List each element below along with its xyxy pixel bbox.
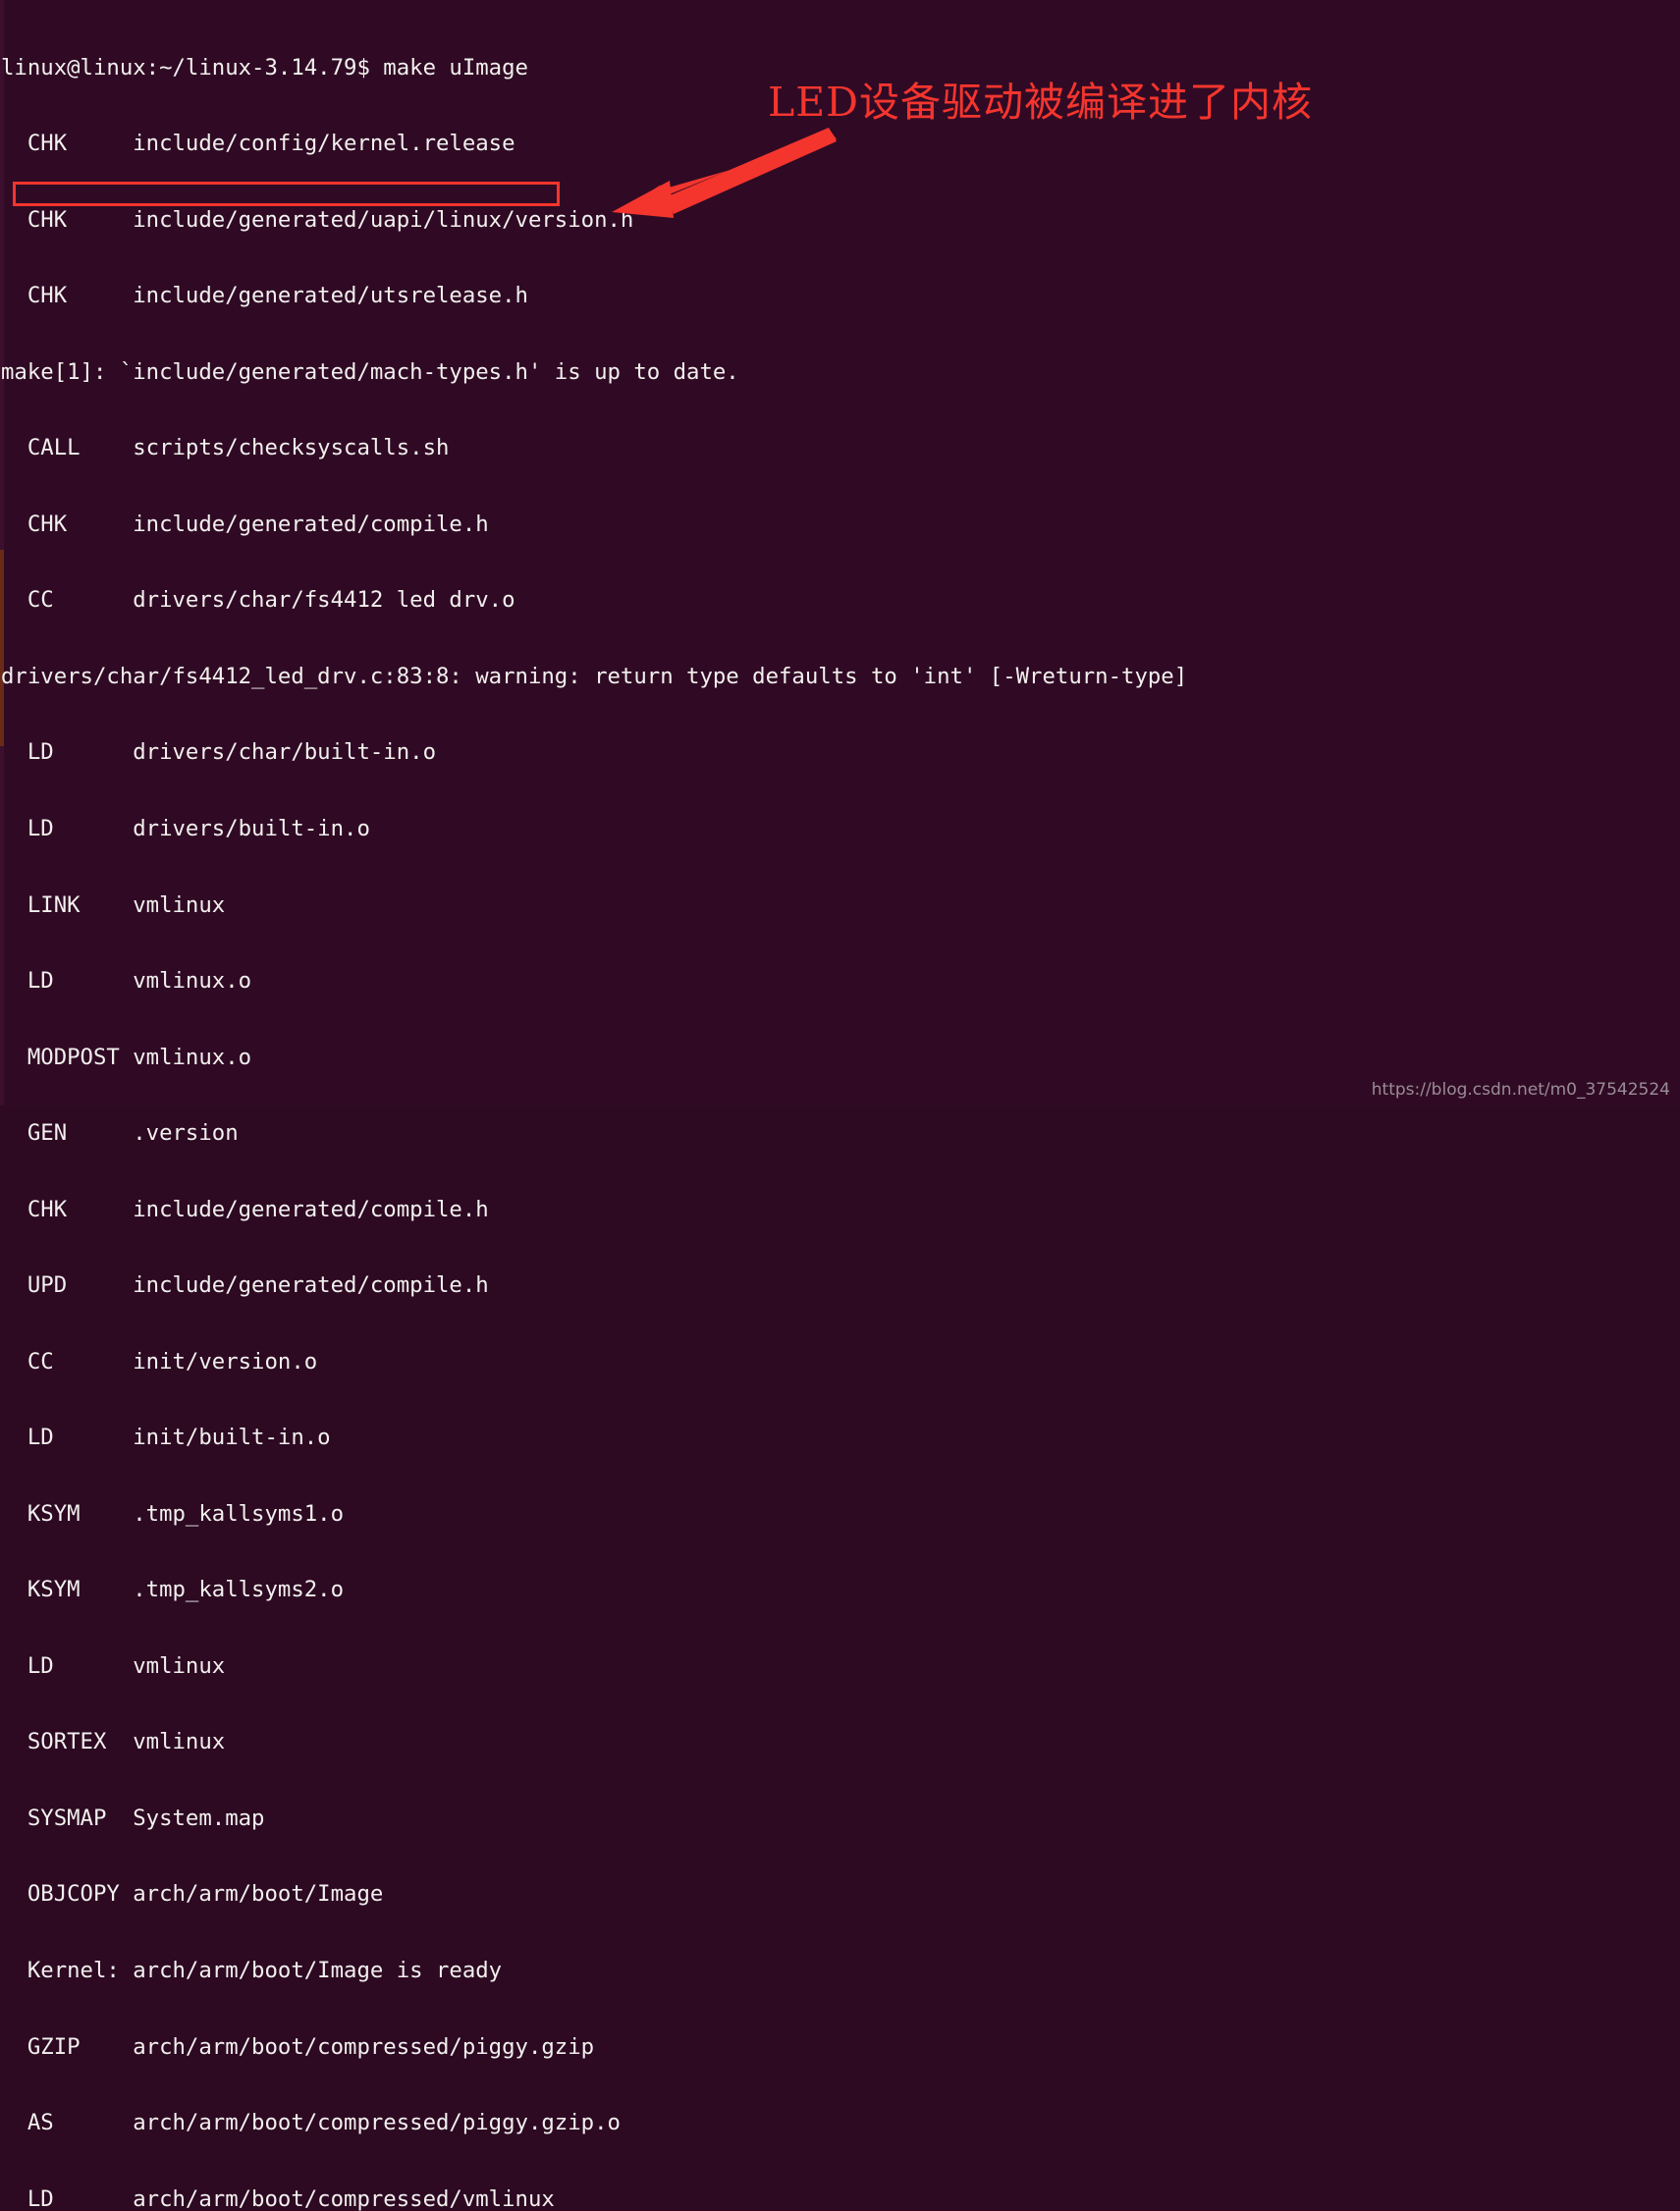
terminal-line-highlighted: CC drivers/char/fs4412 led drv.o (1, 587, 515, 614)
terminal-line: CHK include/generated/compile.h (1, 1196, 489, 1222)
terminal-line: CHK include/generated/utsrelease.h (1, 283, 528, 309)
terminal-line: UPD include/generated/compile.h (1, 1272, 489, 1299)
terminal-line: SORTEX vmlinux (1, 1729, 226, 1755)
terminal-line: CHK include/generated/compile.h (1, 511, 489, 537)
terminal-line: CALL scripts/checksyscalls.sh (1, 435, 450, 461)
terminal-window[interactable]: linux@linux:~/linux-3.14.79$ make uImage… (0, 0, 1680, 2211)
annotation-caption: LED设备驱动被编译进了内核 (768, 79, 1314, 126)
terminal-line: LD vmlinux.o (1, 968, 252, 995)
terminal-line: CHK include/config/kernel.release (1, 131, 515, 157)
terminal-line: CC init/version.o (1, 1348, 318, 1375)
terminal-line: make[1]: `include/generated/mach-types.h… (1, 358, 739, 385)
terminal-line: LD drivers/char/built-in.o (1, 739, 436, 766)
terminal-line-warning: drivers/char/fs4412_led_drv.c:83:8: warn… (1, 663, 1188, 689)
terminal-line: LD init/built-in.o (1, 1425, 331, 1451)
terminal-line: LD arch/arm/boot/compressed/vmlinux (1, 2185, 555, 2211)
terminal-line: AS arch/arm/boot/compressed/piggy.gzip.o (1, 2110, 621, 2136)
terminal-line: LD drivers/built-in.o (1, 816, 370, 841)
terminal-line: LD vmlinux (1, 1652, 226, 1679)
terminal-line: MODPOST vmlinux.o (1, 1044, 252, 1070)
terminal-output: linux@linux:~/linux-3.14.79$ make uImage… (0, 5, 1680, 2211)
terminal-line: linux@linux:~/linux-3.14.79$ make uImage (1, 54, 528, 81)
terminal-line: Kernel: arch/arm/boot/Image is ready (1, 1957, 503, 1983)
terminal-line: KSYM .tmp_kallsyms1.o (1, 1500, 345, 1527)
terminal-line: LINK vmlinux (1, 891, 226, 918)
watermark-url: https://blog.csdn.net/m0_37542524 (1371, 1080, 1670, 1100)
terminal-line: SYSMAP System.map (1, 1805, 265, 1831)
terminal-line: KSYM .tmp_kallsyms2.o (1, 1577, 345, 1603)
terminal-line: OBJCOPY arch/arm/boot/Image (1, 1881, 384, 1908)
terminal-line: GZIP arch/arm/boot/compressed/piggy.gzip (1, 2033, 595, 2060)
terminal-line: GEN .version (1, 1120, 239, 1147)
terminal-line: CHK include/generated/uapi/linux/version… (1, 206, 634, 233)
